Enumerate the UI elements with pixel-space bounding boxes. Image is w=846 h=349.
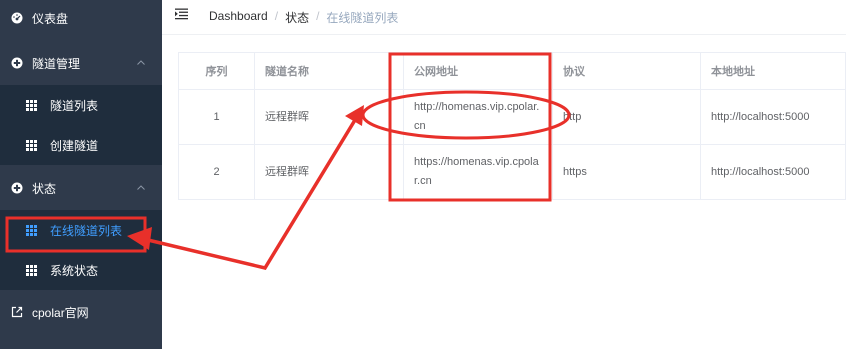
- table-header-row: 序列 隧道名称 公网地址 协议 本地地址: [178, 52, 846, 90]
- cell-local-address: http://localhost:5000: [700, 144, 846, 200]
- breadcrumb-separator: /: [274, 9, 279, 23]
- menu-fold-icon[interactable]: [175, 8, 188, 20]
- menu-status-label: 状态: [32, 181, 57, 196]
- breadcrumb-dashboard[interactable]: Dashboard: [209, 9, 268, 26]
- column-header-local-address: 本地地址: [700, 52, 846, 90]
- top-header: Dashboard / 状态 / 在线隧道列表: [162, 0, 846, 35]
- submenu-system-status-label: 系统状态: [50, 263, 99, 278]
- column-header-index: 序列: [178, 52, 255, 90]
- grid-icon: [26, 99, 37, 111]
- column-header-name: 隧道名称: [254, 52, 404, 90]
- plus-circle-icon: [11, 182, 23, 194]
- menu-tunnel-management-label: 隧道管理: [32, 56, 81, 71]
- breadcrumb-status: 状态: [285, 11, 310, 25]
- grid-icon: [26, 139, 37, 151]
- menu-tunnel-management[interactable]: 隧道管理: [0, 43, 162, 83]
- breadcrumb-separator: /: [316, 9, 320, 23]
- submenu-tunnel-list[interactable]: 隧道列表: [0, 85, 162, 125]
- chevron-up-icon[interactable]: [136, 183, 146, 193]
- external-link-icon: [11, 306, 23, 318]
- cell-tunnel-name: 远程群晖: [254, 144, 404, 200]
- cell-public-url[interactable]: https://homenas.vip.cpolar.cn: [403, 144, 553, 200]
- submenu-online-tunnel-list[interactable]: 在线隧道列表: [0, 210, 162, 250]
- submenu-online-tunnel-list-label: 在线隧道列表: [50, 223, 123, 238]
- table-row: 1 远程群晖 http://homenas.vip.cpolar.cn http…: [178, 89, 846, 145]
- dashboard-icon: [11, 12, 23, 24]
- grid-icon: [26, 264, 37, 276]
- grid-icon: [26, 224, 37, 236]
- cell-local-address: http://localhost:5000: [700, 89, 846, 145]
- sidebar: 仪表盘 隧道管理 隧道列表 创建隧道 状态 在线隧道列表 系统状态 cpolar…: [0, 0, 162, 349]
- breadcrumb-current: 在线隧道列表: [326, 11, 399, 25]
- submenu-create-tunnel-label: 创建隧道: [50, 138, 99, 153]
- column-header-protocol: 协议: [552, 52, 701, 90]
- cell-protocol: https: [552, 144, 701, 200]
- menu-cpolar-site-label: cpolar官网: [32, 305, 89, 320]
- cell-protocol: http: [552, 89, 701, 145]
- menu-dashboard-label: 仪表盘: [32, 11, 69, 26]
- online-tunnel-table: 序列 隧道名称 公网地址 协议 本地地址 1 远程群晖 http://homen…: [178, 52, 846, 200]
- breadcrumb: Dashboard / 状态 / 在线隧道列表: [209, 9, 398, 26]
- column-header-public-url: 公网地址: [403, 52, 553, 90]
- cell-index: 1: [178, 89, 255, 145]
- menu-cpolar-site[interactable]: cpolar官网: [0, 292, 162, 332]
- cell-tunnel-name: 远程群晖: [254, 89, 404, 145]
- chevron-up-icon[interactable]: [136, 58, 146, 68]
- submenu-create-tunnel[interactable]: 创建隧道: [0, 125, 162, 165]
- cell-public-url[interactable]: http://homenas.vip.cpolar.cn: [403, 89, 553, 145]
- cell-index: 2: [178, 144, 255, 200]
- menu-dashboard[interactable]: 仪表盘: [0, 0, 162, 38]
- table-row: 2 远程群晖 https://homenas.vip.cpolar.cn htt…: [178, 144, 846, 200]
- submenu-tunnel-list-label: 隧道列表: [50, 98, 99, 113]
- menu-status[interactable]: 状态: [0, 168, 162, 208]
- plus-circle-icon: [11, 57, 23, 69]
- submenu-system-status[interactable]: 系统状态: [0, 250, 162, 290]
